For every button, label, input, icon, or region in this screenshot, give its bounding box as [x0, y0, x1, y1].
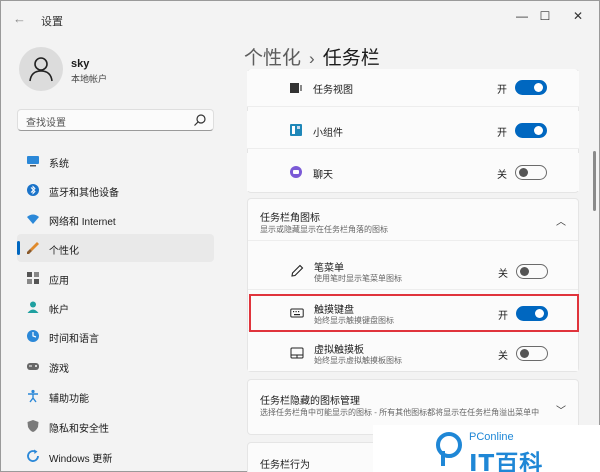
sidebar-item-label: 网络和 Internet — [49, 217, 116, 228]
setting-row-virtual-touchpad: 虚拟触摸板 始终显示虚拟触摸板图标 关 — [248, 335, 578, 371]
accessibility-icon — [28, 389, 38, 403]
user-icon — [29, 57, 53, 82]
toggle-state-text: 开 — [497, 128, 507, 139]
setting-row-chat: 聊天 关 — [247, 153, 579, 191]
sidebar-item-windows-update[interactable]: Windows 更新 — [17, 442, 214, 470]
settings-window: ← 设置 — ☐ ✕ sky 本地帐户 查找设置 系统 蓝牙和其他设备 网络和 … — [0, 0, 600, 472]
toggle-state-text: 关 — [497, 170, 507, 181]
sidebar-item-system[interactable]: 系统 — [17, 147, 214, 175]
toggle-knob — [534, 83, 543, 92]
wifi-icon — [27, 214, 39, 224]
sidebar-item-label: 个性化 — [49, 246, 79, 257]
sidebar-item-network[interactable]: 网络和 Internet — [17, 205, 214, 233]
chat-icon — [290, 166, 302, 178]
sidebar-item-privacy[interactable]: 隐私和安全性 — [17, 412, 214, 440]
setting-row-task-view: 任务视图 开 — [247, 71, 579, 107]
toggle-knob — [520, 267, 529, 276]
chevron-up-icon[interactable]: ︿ — [556, 213, 566, 228]
toggle-state-text: 关 — [498, 351, 508, 362]
watermark: PConline IT百科 — [373, 425, 600, 472]
setting-label: 笔菜单 — [314, 263, 344, 274]
search-icon[interactable] — [193, 113, 207, 127]
watermark-brand: PConline — [469, 431, 514, 443]
app-title: 设置 — [41, 16, 63, 28]
sidebar-item-label: 隐私和安全性 — [49, 424, 109, 435]
sidebar-item-label: 辅助功能 — [49, 394, 89, 405]
setting-row-pen-menu: 笔菜单 使用笔时显示笔菜单图标 关 — [248, 252, 578, 290]
apps-icon — [27, 272, 39, 284]
sidebar-item-apps[interactable]: 应用 — [17, 264, 214, 292]
sidebar-item-label: 时间和语言 — [49, 334, 99, 345]
sidebar-item-label: 帐户 — [49, 305, 69, 316]
task-view-toggle[interactable] — [515, 80, 547, 95]
sidebar-item-time-language[interactable]: 时间和语言 — [17, 322, 214, 350]
sidebar-item-accessibility[interactable]: 辅助功能 — [17, 382, 214, 410]
widgets-icon — [290, 124, 302, 136]
section-title: 任务栏角图标 — [260, 213, 320, 224]
toggle-knob — [520, 349, 529, 358]
sidebar-item-label: 游戏 — [49, 364, 69, 375]
page-title: 任务栏 — [322, 48, 380, 69]
toggle-state-text: 开 — [497, 85, 507, 96]
gamepad-icon — [27, 363, 39, 370]
setting-label: 虚拟触摸板 — [314, 345, 364, 356]
breadcrumb-separator: › — [309, 49, 315, 68]
widgets-toggle[interactable] — [515, 123, 547, 138]
close-button[interactable]: ✕ — [567, 7, 589, 25]
user-name: sky — [71, 58, 90, 70]
globe-clock-icon — [27, 330, 39, 342]
toggle-knob — [519, 168, 528, 177]
sidebar-item-label: 蓝牙和其他设备 — [49, 188, 119, 199]
back-arrow-icon[interactable]: ← — [13, 11, 29, 27]
breadcrumb-parent[interactable]: 个性化 — [244, 48, 301, 69]
sidebar-item-accounts[interactable]: 帐户 — [17, 293, 214, 321]
setting-description: 使用笔时显示笔菜单图标 — [314, 274, 402, 283]
account-type: 本地帐户 — [71, 74, 108, 84]
setting-label: 任务视图 — [313, 85, 353, 96]
sidebar-item-gaming[interactable]: 游戏 — [17, 352, 214, 380]
sidebar-item-bluetooth[interactable]: 蓝牙和其他设备 — [17, 176, 214, 204]
sidebar-item-label: 应用 — [49, 276, 69, 287]
setting-label: 小组件 — [313, 128, 343, 139]
task-view-icon — [290, 83, 302, 93]
chat-toggle[interactable] — [515, 165, 547, 180]
sidebar-item-label: 系统 — [49, 159, 69, 170]
corner-icons-header[interactable]: 任务栏角图标 显示或隐藏显示在任务栏角落的图标 ︿ — [248, 199, 578, 241]
minimize-button[interactable]: — — [511, 7, 533, 25]
section-subtitle: 显示或隐藏显示在任务栏角落的图标 — [260, 225, 388, 234]
chevron-down-icon[interactable]: ﹀ — [556, 402, 566, 417]
section-subtitle: 选择任务栏角中可能显示的图标 - 所有其他图标都将显示在任务栏角溢出菜单中 — [260, 408, 540, 417]
pconline-logo-icon — [436, 432, 462, 466]
highlight-box — [249, 294, 579, 332]
section-title: 任务栏行为 — [260, 460, 310, 471]
brush-icon — [27, 242, 39, 254]
maximize-button[interactable]: ☐ — [534, 7, 556, 25]
title-bar: ← 设置 — ☐ ✕ — [1, 1, 599, 37]
sidebar-item-personalization[interactable]: 个性化 — [17, 234, 214, 262]
update-icon — [27, 449, 39, 462]
account-icon — [27, 301, 39, 313]
pen-icon — [291, 264, 304, 277]
setting-description: 始终显示虚拟触摸板图标 — [314, 356, 402, 365]
search-placeholder: 查找设置 — [26, 118, 66, 129]
virtual-touchpad-toggle[interactable] — [516, 346, 548, 361]
search-input[interactable]: 查找设置 — [17, 109, 214, 131]
shield-icon — [27, 420, 39, 432]
toggle-state-text: 关 — [498, 269, 508, 280]
touchpad-icon — [290, 347, 304, 359]
bluetooth-icon — [27, 184, 39, 196]
setting-row-widgets: 小组件 开 — [247, 111, 579, 149]
section-title: 任务栏隐藏的图标管理 — [260, 396, 360, 407]
monitor-icon — [27, 156, 39, 167]
sidebar-item-label: Windows 更新 — [49, 454, 113, 465]
pen-menu-toggle[interactable] — [516, 264, 548, 279]
breadcrumb: 个性化 › 任务栏 — [244, 43, 380, 70]
watermark-text: IT百科 — [469, 451, 544, 472]
toggle-knob — [534, 126, 543, 135]
scrollbar-thumb[interactable] — [593, 151, 596, 211]
active-indicator — [17, 241, 20, 255]
setting-label: 聊天 — [313, 170, 333, 181]
avatar[interactable] — [19, 47, 63, 91]
